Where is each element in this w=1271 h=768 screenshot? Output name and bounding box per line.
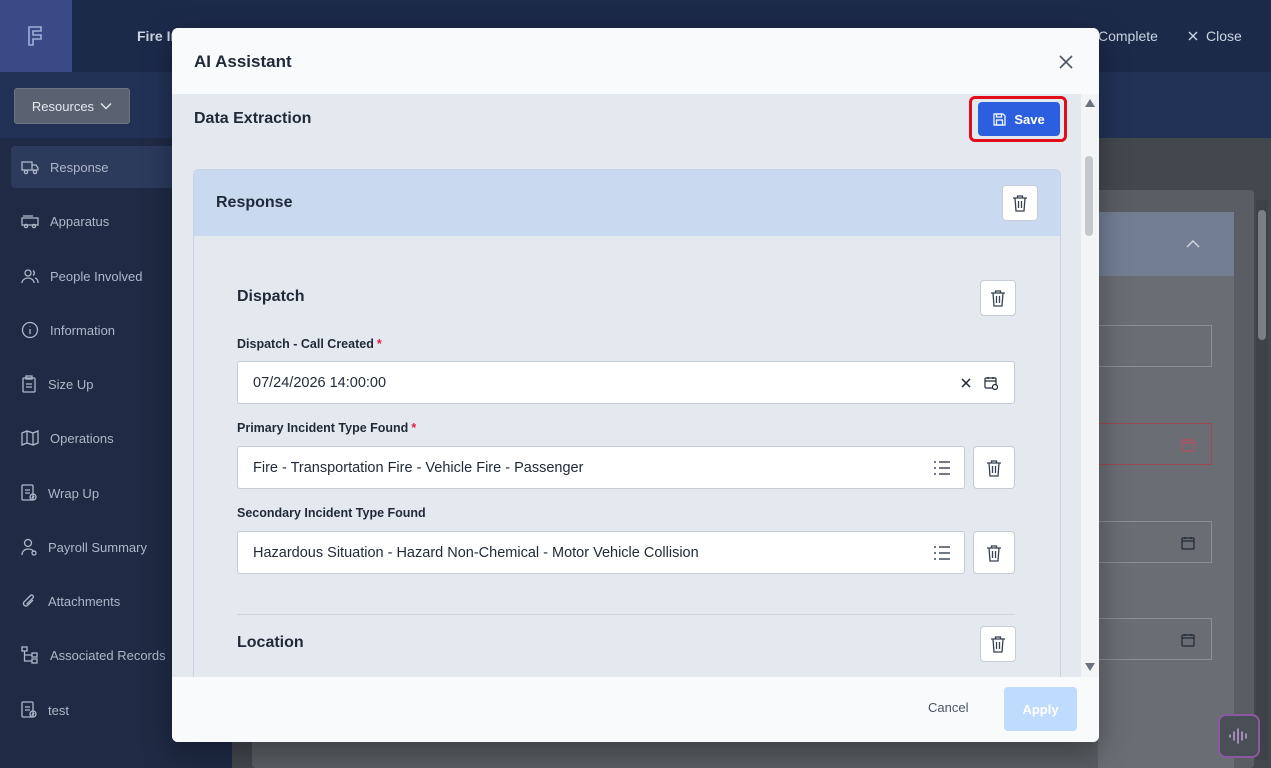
sidebar-item-label: Response: [50, 159, 109, 175]
calendar-icon: [1181, 439, 1195, 452]
modal-scrollbar[interactable]: [1081, 94, 1099, 677]
audio-wave-icon: [1229, 728, 1247, 744]
scroll-down-icon[interactable]: [1084, 662, 1096, 672]
background-field: [1098, 618, 1212, 660]
modal-header: AI Assistant: [172, 28, 1099, 94]
location-title: Location: [237, 634, 304, 651]
sidebar-item-label: People Involved: [50, 268, 143, 284]
field-value: Fire - Transportation Fire - Vehicle Fir…: [253, 459, 584, 476]
sidebar-item-label: Wrap Up: [48, 485, 100, 501]
delete-group-button[interactable]: [1002, 185, 1038, 221]
modal-body: Data Extraction Save Response Dispatch D…: [172, 94, 1081, 677]
sidebar-item-label: Associated Records: [50, 647, 166, 663]
cancel-button[interactable]: Cancel: [928, 700, 968, 715]
required-marker: *: [411, 421, 417, 435]
floppy-disk-icon: [993, 112, 1006, 126]
logo-icon: [28, 26, 42, 46]
response-group-header: Response: [194, 170, 1060, 236]
sidebar-item-label: Size Up: [48, 376, 94, 392]
fire-engine-icon: [21, 215, 39, 229]
close-app-label: Close: [1206, 28, 1242, 44]
delete-primary-incident-button[interactable]: [973, 446, 1015, 489]
close-app-button[interactable]: Close: [1188, 28, 1242, 44]
background-field: [1098, 521, 1212, 563]
list-icon[interactable]: [933, 545, 951, 561]
sidebar-item-label: Information: [50, 322, 116, 338]
chevron-up-icon[interactable]: [1186, 239, 1200, 248]
clipboard-icon: [22, 375, 36, 393]
primary-incident-type-label: Primary Incident Type Found *: [237, 421, 417, 435]
trash-icon: [1013, 195, 1027, 212]
sidebar-item-label: Apparatus: [50, 213, 110, 229]
scroll-up-icon[interactable]: [1084, 98, 1096, 108]
background-field: [1098, 325, 1212, 367]
secondary-incident-type-label: Secondary Incident Type Found: [237, 506, 426, 520]
page-scrollbar-thumb[interactable]: [1258, 210, 1266, 340]
paperclip-icon: [22, 594, 34, 607]
dispatch-call-created-input[interactable]: 07/24/2026 14:00:00: [237, 361, 1015, 404]
section-divider: [237, 614, 1015, 615]
sidebar-item-label: Payroll Summary: [48, 539, 147, 555]
section-title: Data Extraction: [194, 110, 312, 127]
field-value: 07/24/2026 14:00:00: [253, 374, 387, 391]
modal-title: AI Assistant: [194, 52, 292, 71]
trash-icon: [991, 636, 1005, 653]
delete-dispatch-button[interactable]: [980, 280, 1016, 316]
delete-secondary-incident-button[interactable]: [973, 531, 1015, 574]
primary-incident-type-input[interactable]: Fire - Transportation Fire - Vehicle Fir…: [237, 446, 965, 489]
modal-scrollbar-thumb[interactable]: [1085, 156, 1093, 236]
trash-icon: [987, 459, 1001, 477]
ai-assistant-modal: AI Assistant Data Extraction Save Respon…: [172, 28, 1099, 742]
required-marker: *: [376, 337, 382, 351]
dispatch-call-created-label: Dispatch - Call Created *: [237, 337, 382, 351]
response-group-title: Response: [216, 194, 293, 211]
truck-icon: [21, 161, 39, 175]
calendar-icon: [1181, 537, 1195, 550]
chevron-down-icon: [100, 103, 112, 110]
map-icon: [21, 430, 39, 446]
save-button[interactable]: Save: [978, 102, 1060, 136]
checklist-icon: [21, 484, 37, 501]
content-card: [1098, 212, 1234, 768]
checklist-icon: [21, 701, 37, 718]
resources-label: Resources: [31, 98, 95, 114]
close-icon: [1188, 31, 1198, 41]
secondary-incident-type-input[interactable]: Hazardous Situation - Hazard Non-Chemica…: [237, 531, 965, 574]
hierarchy-icon: [21, 646, 38, 664]
list-icon[interactable]: [933, 460, 951, 476]
resources-dropdown[interactable]: Resources: [14, 88, 130, 124]
calendar-icon: [1181, 634, 1195, 647]
dispatch-title: Dispatch: [237, 288, 305, 305]
content-card-header: [1098, 212, 1234, 276]
complete-button[interactable]: Complete: [1098, 28, 1158, 44]
people-icon: [21, 269, 39, 284]
clear-icon[interactable]: [961, 378, 971, 388]
response-group: Response Dispatch Dispatch - Call Create…: [193, 169, 1061, 677]
app-logo[interactable]: [0, 0, 72, 72]
sidebar-item-label: Operations: [50, 430, 114, 446]
background-field: [1098, 423, 1212, 465]
sidebar-item-label: test: [48, 702, 69, 718]
save-label: Save: [1014, 111, 1045, 127]
delete-location-button[interactable]: [980, 626, 1016, 662]
trash-icon: [991, 290, 1005, 307]
modal-footer: Cancel Apply: [172, 677, 1099, 742]
close-icon[interactable]: [1056, 52, 1076, 72]
apply-button[interactable]: Apply: [1004, 687, 1077, 731]
field-value: Hazardous Situation - Hazard Non-Chemica…: [253, 544, 699, 561]
calendar-icon[interactable]: [984, 376, 998, 390]
voice-assistant-button[interactable]: [1218, 714, 1260, 758]
info-icon: [21, 321, 39, 339]
person-badge-icon: [21, 538, 37, 556]
trash-icon: [987, 544, 1001, 562]
sidebar-item-label: Attachments: [48, 593, 121, 609]
